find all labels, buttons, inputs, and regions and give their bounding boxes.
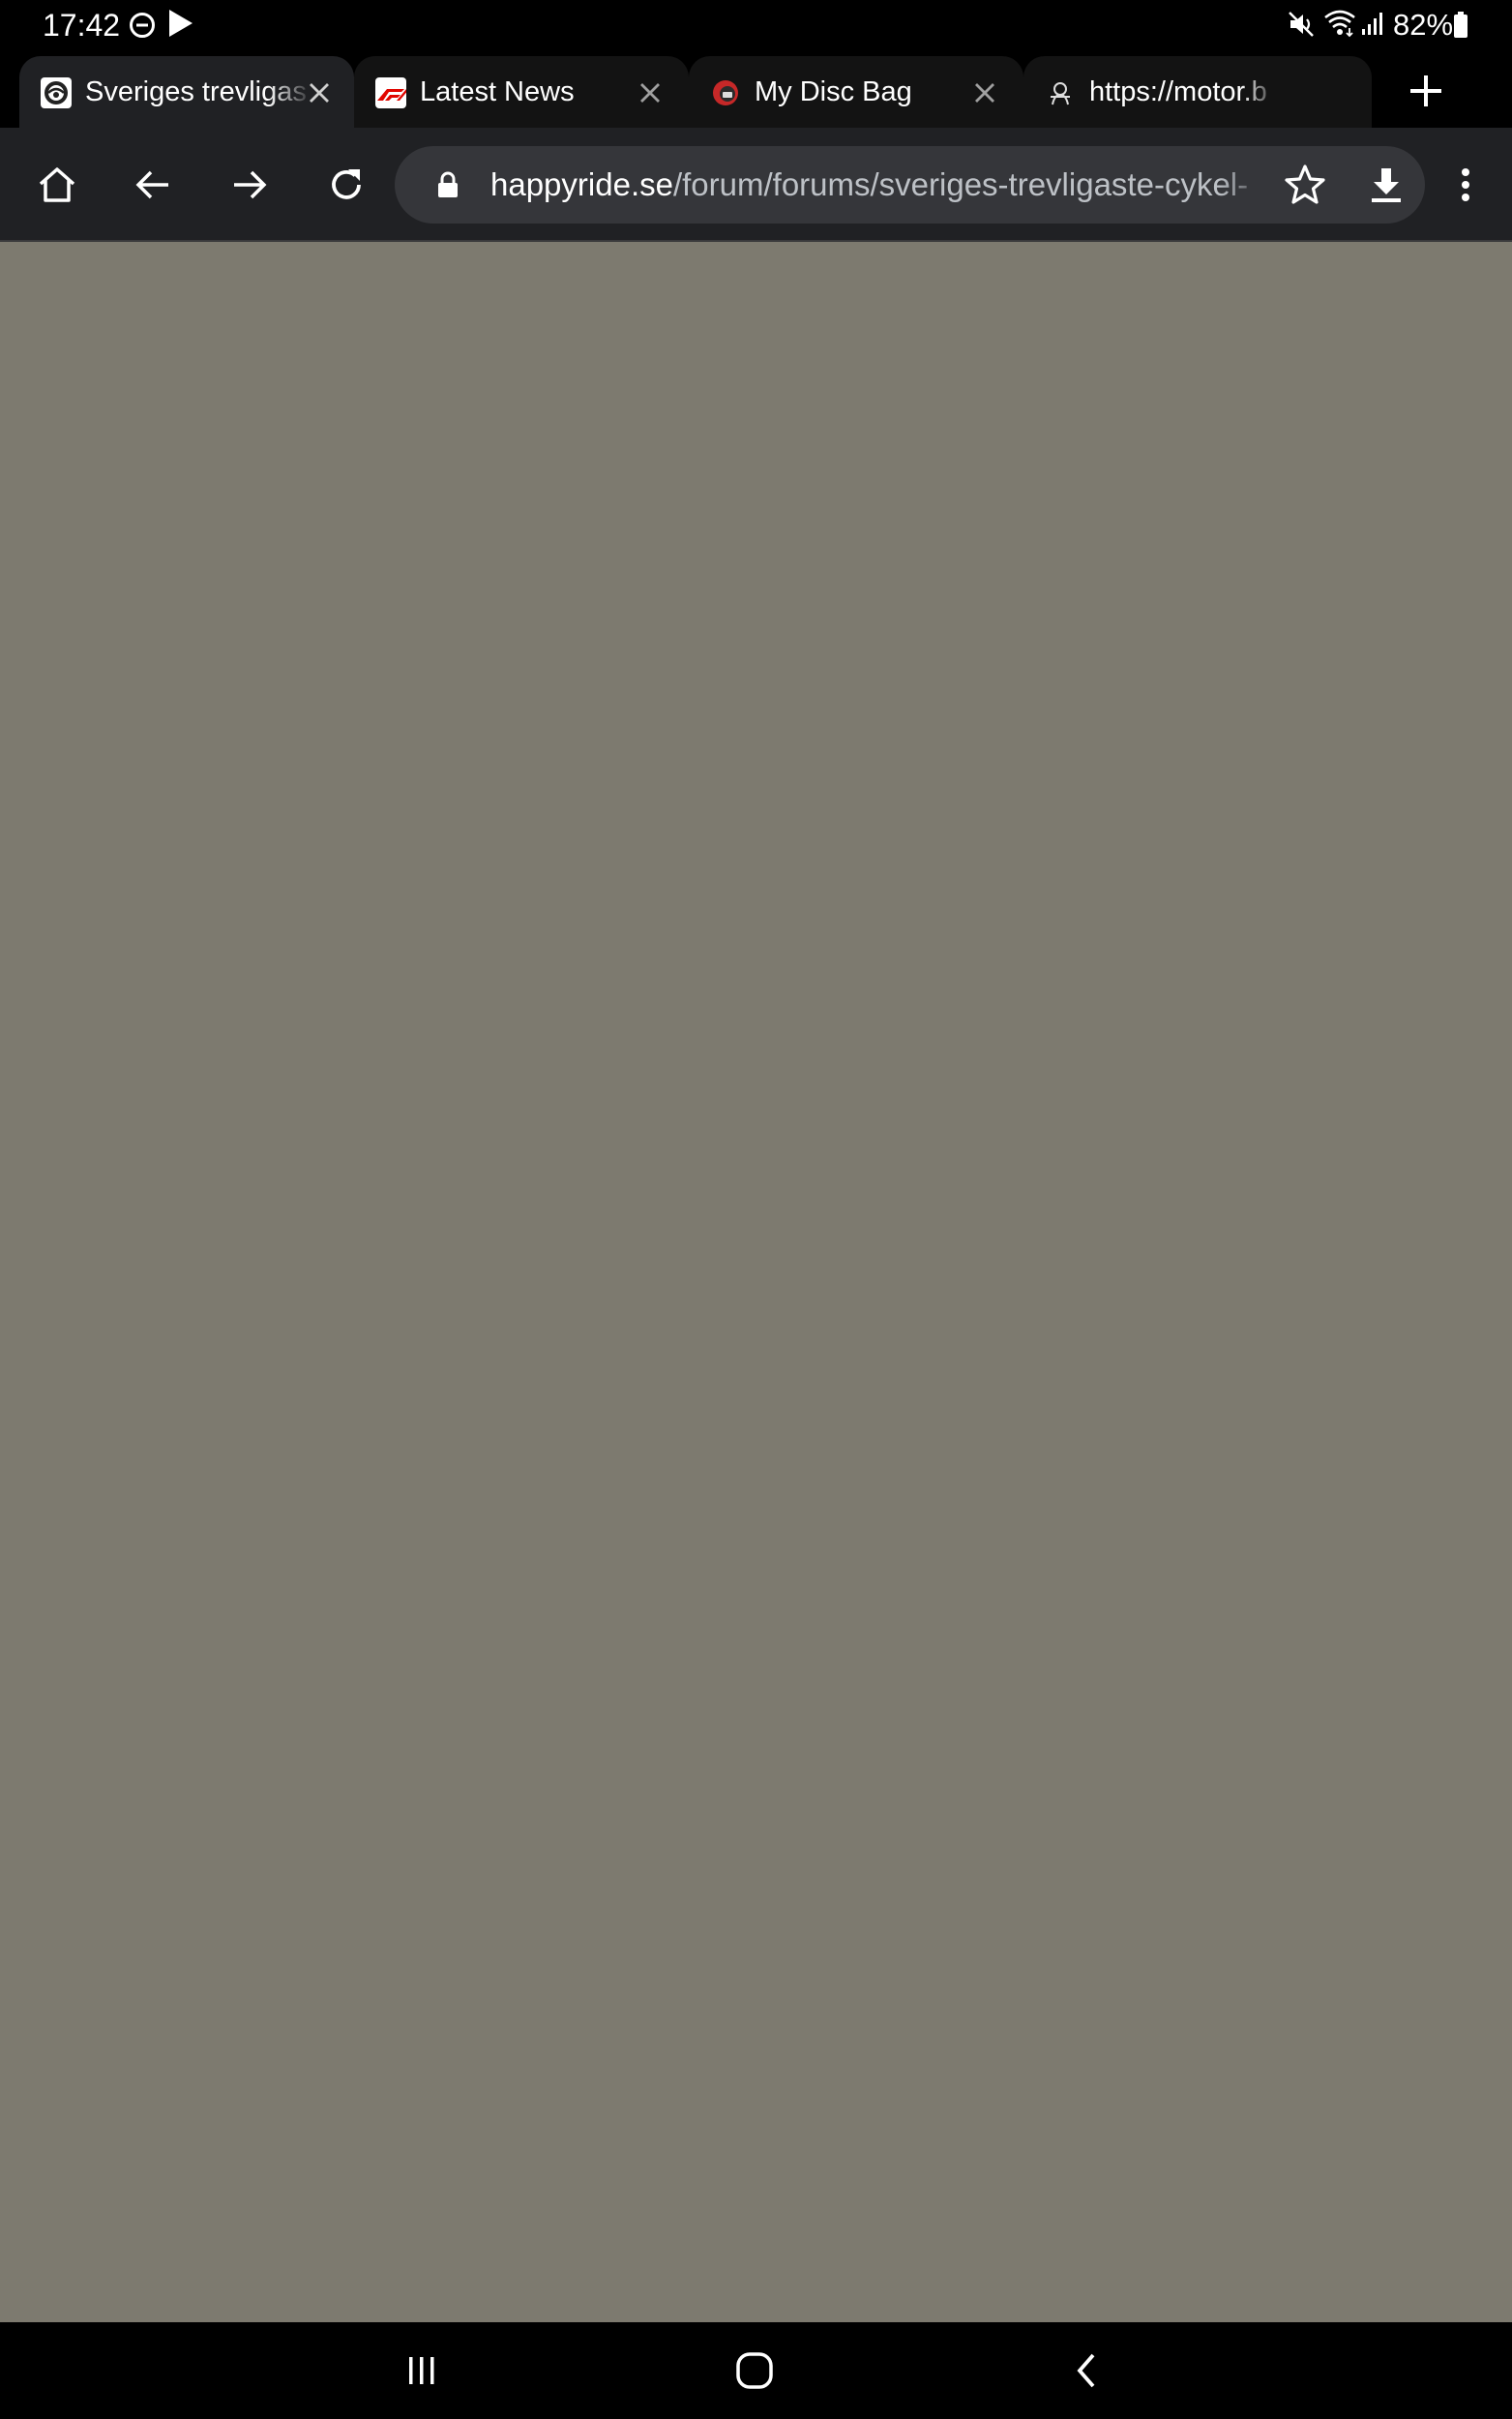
browser-toolbar: happyride.se/forum/forums/sveriges-trevl… xyxy=(0,128,1512,242)
address-bar[interactable]: happyride.se/forum/forums/sveriges-trevl… xyxy=(395,146,1425,224)
close-icon[interactable] xyxy=(635,77,666,108)
star-icon[interactable] xyxy=(1281,161,1329,209)
battery-level: 82% xyxy=(1393,8,1454,42)
forward-button[interactable] xyxy=(225,161,274,209)
tab-my-disc-bag[interactable]: My Disc Bag xyxy=(689,56,1023,128)
disc-bag-favicon xyxy=(710,77,741,108)
lock-icon xyxy=(438,171,458,197)
tab-motor[interactable]: https://motor.b xyxy=(1023,56,1372,128)
home-button[interactable] xyxy=(33,161,81,209)
reload-icon xyxy=(332,169,361,199)
tab-title: Latest News xyxy=(420,76,575,107)
tab-title: Sveriges trevligas xyxy=(85,76,307,107)
home-nav-icon xyxy=(736,2352,773,2389)
url-path: /forum/forums/sveriges-trevligaste-cykel… xyxy=(672,166,1249,202)
forward-icon xyxy=(234,170,267,199)
back-icon xyxy=(135,170,168,199)
tab-title: My Disc Bag xyxy=(755,76,912,107)
more-menu-icon[interactable] xyxy=(1448,161,1483,209)
motor-favicon xyxy=(1045,77,1076,108)
reload-button[interactable] xyxy=(322,161,371,209)
status-time: 17:42 xyxy=(43,8,121,43)
home-nav-button[interactable] xyxy=(726,2346,784,2395)
tab-latest-news[interactable]: Latest News xyxy=(354,56,689,128)
recent-apps-button[interactable] xyxy=(393,2346,451,2395)
back-button[interactable] xyxy=(129,161,177,209)
wifi-icon xyxy=(1324,10,1355,38)
mute-icon xyxy=(1289,12,1314,37)
close-icon[interactable] xyxy=(304,77,335,108)
play-icon xyxy=(169,10,193,37)
home-icon xyxy=(39,167,75,202)
navigation-bar xyxy=(0,2322,1512,2419)
new-tab-button[interactable] xyxy=(1405,70,1447,112)
url-text[interactable]: happyride.se/forum/forums/sveriges-trevl… xyxy=(490,165,1266,204)
back-nav-button[interactable] xyxy=(1058,2346,1116,2395)
signal-icon xyxy=(1362,13,1382,35)
download-icon[interactable] xyxy=(1362,161,1410,209)
status-bar: 17:42 82% xyxy=(0,0,1512,50)
close-icon[interactable] xyxy=(969,77,1000,108)
tab-title: https://motor.b xyxy=(1089,76,1267,107)
happyride-favicon xyxy=(41,77,72,108)
web-page-content[interactable] xyxy=(0,242,1512,2322)
f1-favicon xyxy=(375,77,406,108)
url-host: happyride.se xyxy=(490,166,673,202)
back-nav-icon xyxy=(1077,2353,1095,2388)
do-not-disturb-icon xyxy=(130,13,155,38)
tab-happyride[interactable]: Sveriges trevligas xyxy=(19,56,354,128)
tab-strip: Sveriges trevligas Latest News My Disc B… xyxy=(0,50,1512,128)
battery-icon xyxy=(1454,12,1468,38)
recent-apps-icon xyxy=(409,2357,434,2384)
